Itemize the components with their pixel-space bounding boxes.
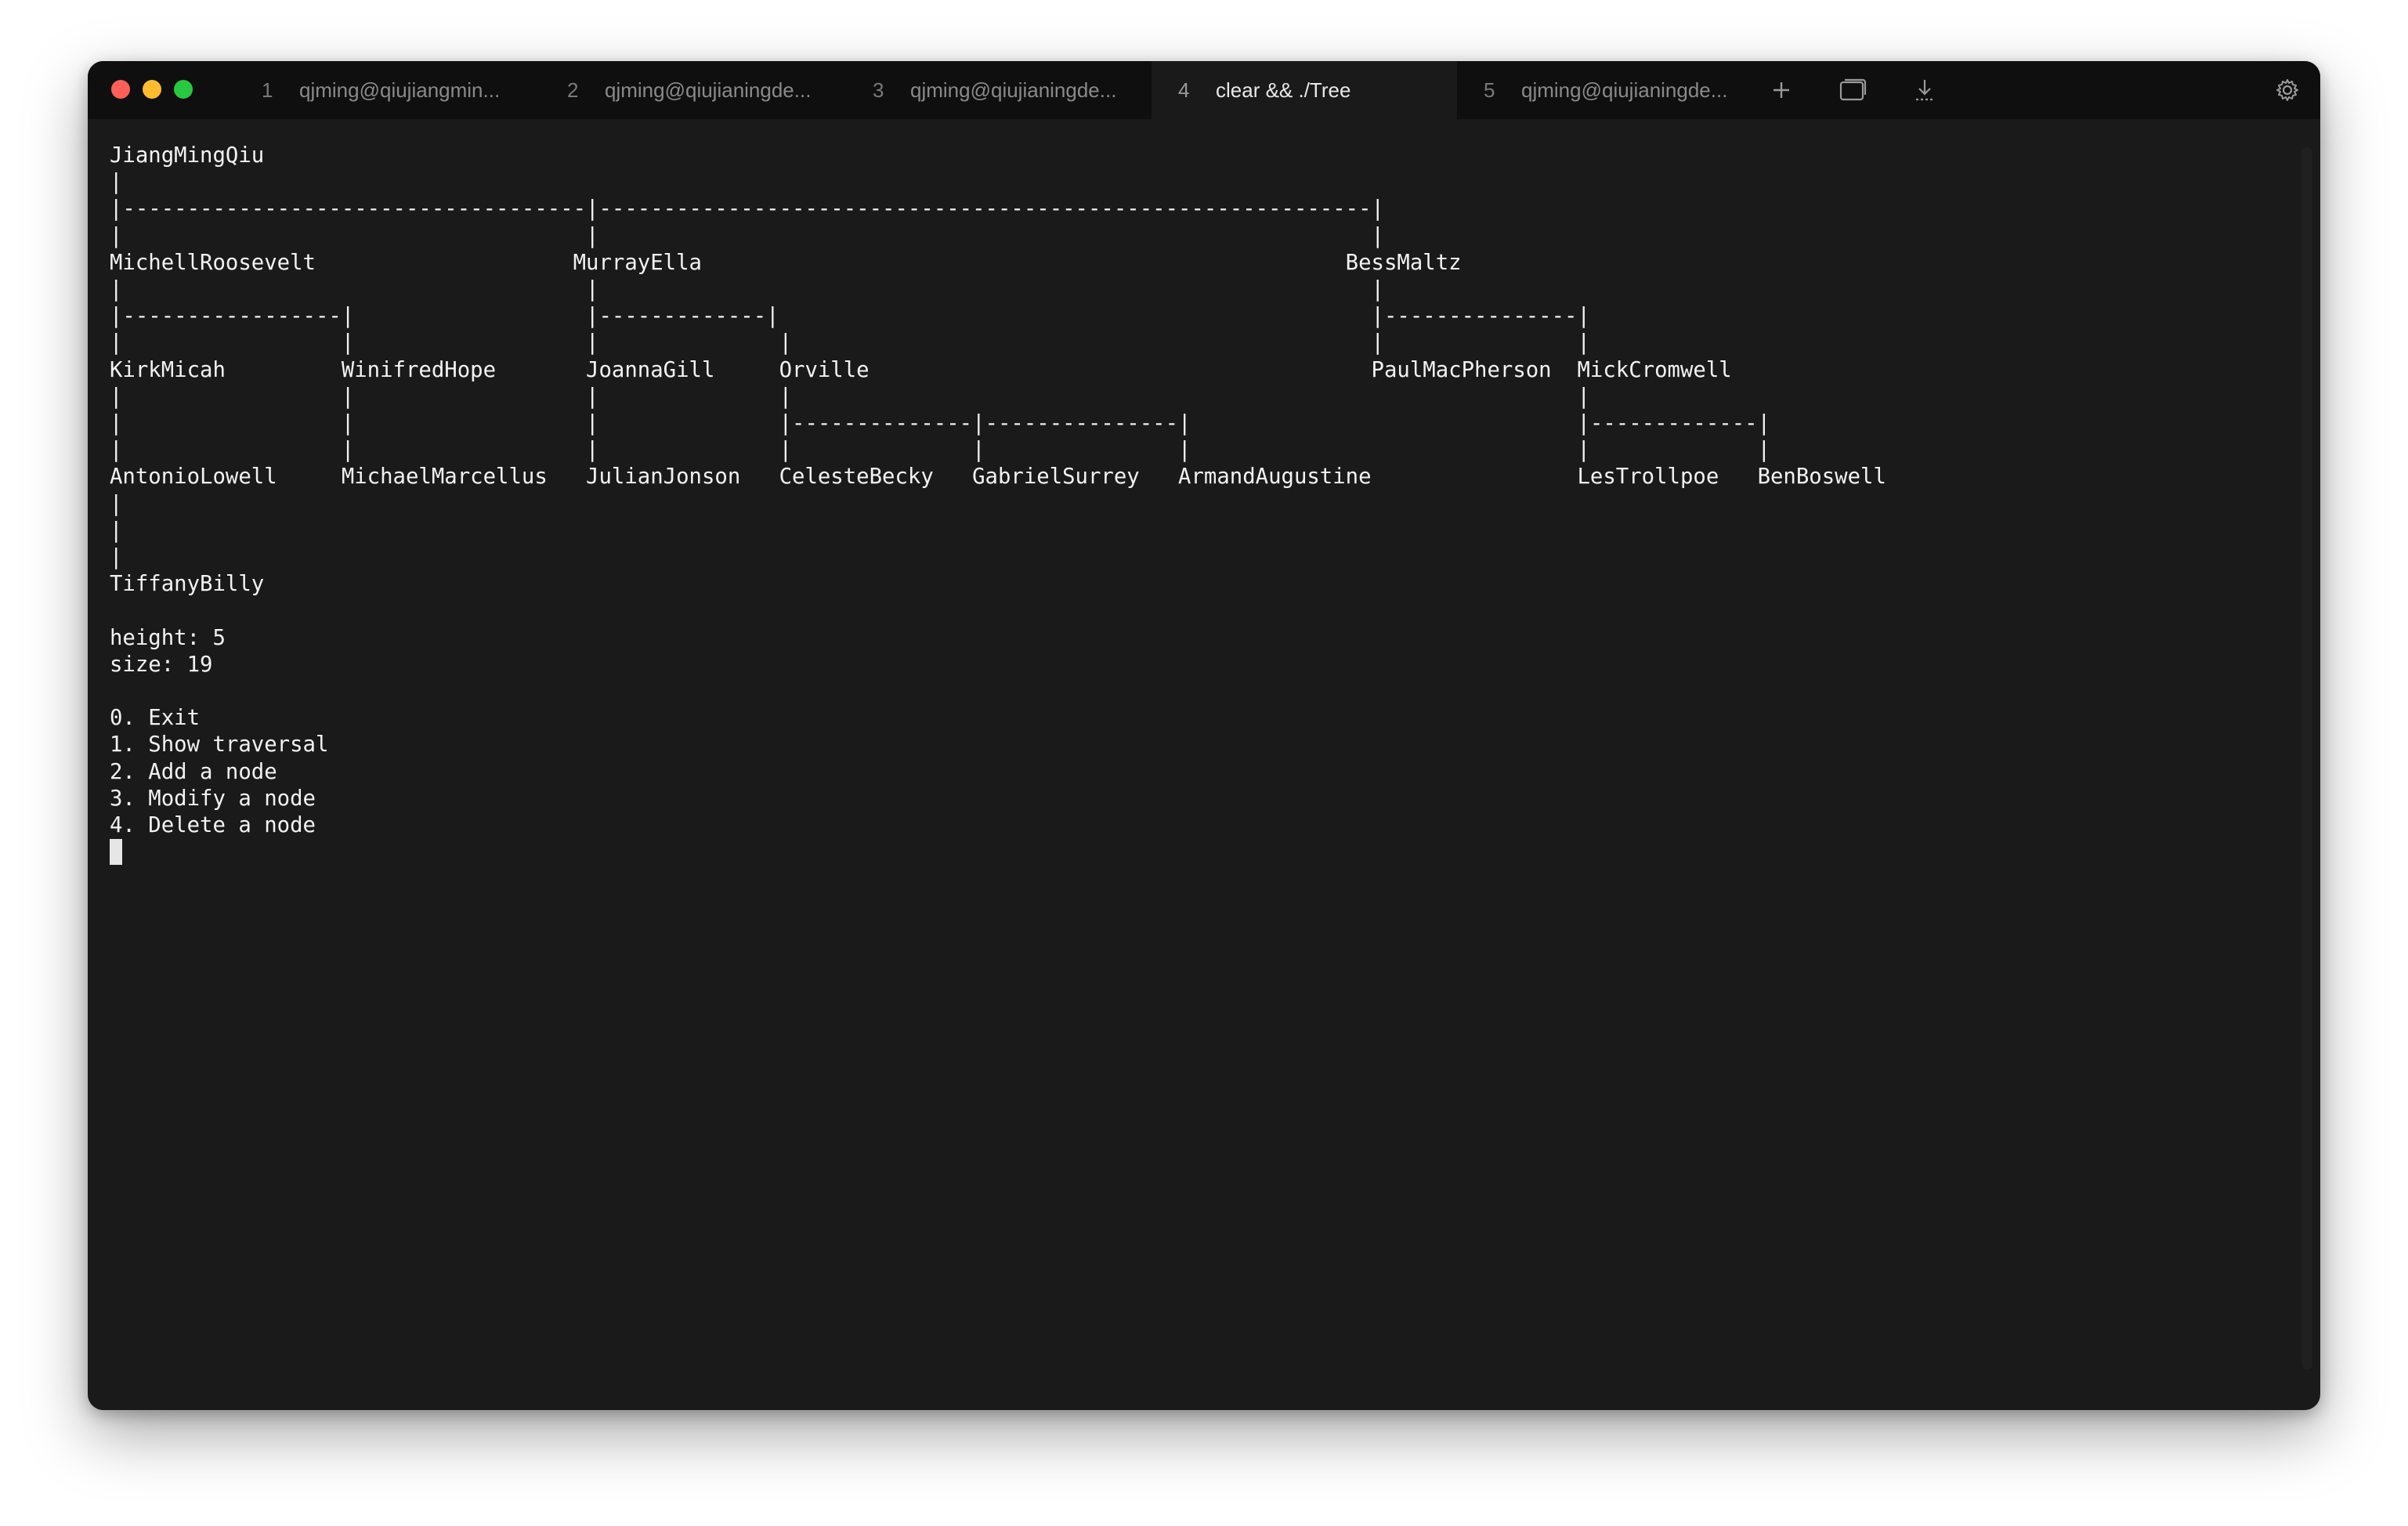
tab-2[interactable]: 2 qjming@qiujianingde... [541, 61, 846, 119]
minimize-window-button[interactable] [143, 80, 161, 99]
tab-title: clear && ./Tree [1216, 78, 1351, 102]
tab-number: 2 [567, 78, 579, 102]
terminal-text: JiangMingQiu | |------------------------… [110, 143, 1886, 837]
terminal-line: KirkMicah WinifredHope JoannaGill Orvill… [110, 357, 1732, 382]
terminal-line: TiffanyBilly [110, 572, 265, 597]
tab-number: 5 [1484, 78, 1495, 102]
terminal-line: |------------------------------------|--… [110, 197, 1384, 222]
tab-number: 4 [1178, 78, 1190, 102]
gear-icon[interactable] [2272, 74, 2303, 106]
terminal-line: | [110, 491, 123, 516]
tab-number: 1 [262, 78, 273, 102]
terminal-cursor [110, 839, 122, 866]
terminal-line: |-----------------| |-------------| |---… [110, 304, 1590, 329]
terminal-line: JiangMingQiu [110, 143, 265, 168]
terminal-line: 4. Delete a node [110, 813, 316, 838]
terminal-line: size: 19 [110, 652, 213, 677]
terminal-line: height: 5 [110, 625, 226, 650]
terminal-line: 0. Exit [110, 706, 201, 731]
terminal-window: 1 qjming@qiujiangmin... 2 qjming@qiujian… [88, 61, 2320, 1410]
terminal-line: 2. Add a node [110, 759, 277, 784]
tab-3[interactable]: 3 qjming@qiujianingde... [846, 61, 1152, 119]
terminal-line: | [110, 170, 123, 195]
terminal-line: | | | | | | [110, 331, 1590, 356]
tab-title: qjming@qiujianingde... [1521, 78, 1728, 102]
terminal-line: AntonioLowell MichaelMarcellus JulianJon… [110, 465, 1886, 490]
terminal-line: MichellRoosevelt MurrayElla BessMaltz [110, 250, 1462, 275]
terminal-line: | | | |--------------|---------------| |… [110, 411, 1771, 436]
tab-5[interactable]: 5 qjming@qiujianingde... [1457, 61, 1763, 119]
terminal-line: | [110, 518, 123, 543]
tab-title: qjming@qiujianingde... [605, 78, 812, 102]
download-icon[interactable] [1909, 74, 1940, 106]
terminal-line: | | | [110, 277, 1384, 302]
tab-number: 3 [873, 78, 884, 102]
terminal-output[interactable]: JiangMingQiu | |------------------------… [110, 143, 2272, 1380]
plus-icon[interactable] [1766, 74, 1797, 106]
terminal-line: | [110, 545, 123, 570]
tab-title: qjming@qiujianingde... [910, 78, 1117, 102]
scrollbar[interactable] [2301, 147, 2312, 1369]
terminal-line: 1. Show traversal [110, 732, 329, 758]
tab-bar: 1 qjming@qiujiangmin... 2 qjming@qiujian… [88, 61, 2320, 119]
tab-1[interactable]: 1 qjming@qiujiangmin... [235, 61, 541, 119]
terminal-line: | | | | | | | | [110, 438, 1771, 463]
terminal-line: | | | [110, 223, 1384, 248]
window-icon[interactable] [1837, 74, 1868, 106]
close-window-button[interactable] [111, 80, 130, 99]
tab-title: qjming@qiujiangmin... [299, 78, 501, 102]
terminal-line: 3. Modify a node [110, 786, 316, 811]
terminal-line: | | | | | [110, 384, 1590, 409]
tab-4-active[interactable]: 4 clear && ./Tree [1152, 61, 1457, 119]
zoom-window-button[interactable] [174, 80, 193, 99]
